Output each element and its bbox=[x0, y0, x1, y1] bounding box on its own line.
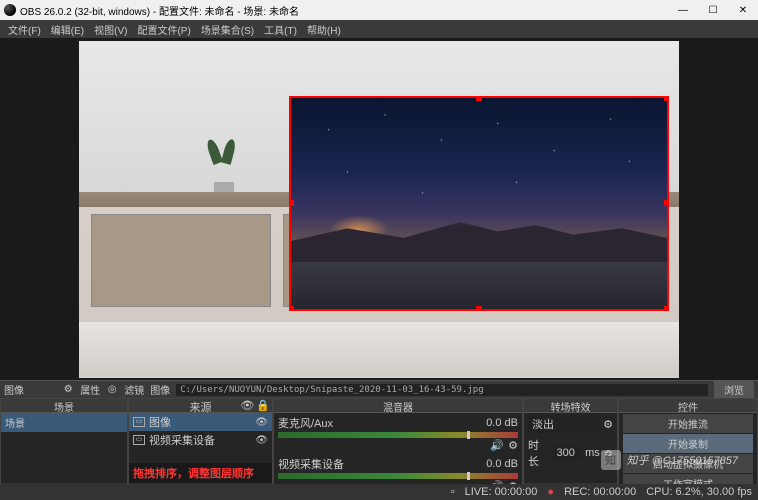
gear-icon[interactable]: ⚙ bbox=[508, 439, 518, 452]
filters-button[interactable]: 滤镜 bbox=[124, 382, 144, 397]
controls-header: 控件 bbox=[619, 399, 757, 413]
duration-label: 时长 bbox=[528, 437, 549, 469]
resize-handle[interactable] bbox=[476, 306, 482, 311]
source-item-image[interactable]: ▭ 图像 👁 bbox=[129, 413, 272, 431]
track-name: 麦克风/Aux bbox=[278, 415, 333, 431]
menu-edit[interactable]: 编辑(E) bbox=[47, 22, 88, 37]
properties-bar: 图像 ⚙ 属性 ◎ 滤镜 图像 C:/Users/NUOYUN/Desktop/… bbox=[0, 380, 758, 398]
menu-help[interactable]: 帮助(H) bbox=[303, 22, 345, 37]
preview-area[interactable] bbox=[0, 38, 758, 380]
close-button[interactable]: ✕ bbox=[728, 0, 758, 20]
track-db: 0.0 dB bbox=[486, 417, 518, 429]
gear-icon[interactable]: ⚙ bbox=[62, 384, 74, 396]
titlebar: OBS 26.0.2 (32-bit, windows) - 配置文件: 未命名… bbox=[0, 0, 758, 20]
properties-button[interactable]: 属性 bbox=[80, 382, 100, 397]
drag-hint-note: 拖拽排序，调整图层顺序 bbox=[129, 463, 272, 483]
resize-handle[interactable] bbox=[289, 306, 294, 311]
control-button[interactable]: 启动虚拟摄像机 bbox=[623, 454, 753, 473]
track-db: 0.0 dB bbox=[486, 458, 518, 470]
mixer-track: 麦克风/Aux 0.0 dB 🔊 ⚙ bbox=[274, 413, 522, 454]
image-icon: ▭ bbox=[133, 417, 145, 427]
statusbar: ▫ LIVE: 00:00:00 ● REC: 00:00:00 CPU: 6.… bbox=[0, 484, 758, 500]
gear-icon[interactable]: ⚙ bbox=[603, 418, 613, 431]
source-label: 视频采集设备 bbox=[149, 432, 215, 448]
menu-file[interactable]: 文件(F) bbox=[4, 22, 45, 37]
source-item-capture[interactable]: ▭ 视频采集设备 👁 bbox=[129, 431, 272, 449]
camera-icon: ▭ bbox=[133, 435, 145, 445]
volume-meter bbox=[278, 473, 518, 479]
transition-select[interactable]: 淡出 bbox=[528, 415, 599, 433]
selected-source-box[interactable] bbox=[289, 96, 669, 311]
menu-view[interactable]: 视图(V) bbox=[90, 22, 131, 37]
lock-icon[interactable]: 🔒 bbox=[256, 399, 270, 412]
source-label: 图像 bbox=[149, 414, 171, 430]
image-field-label: 图像 bbox=[150, 382, 170, 397]
speaker-icon[interactable]: 🔊 bbox=[490, 439, 504, 452]
scenes-header: 场景 bbox=[1, 399, 127, 413]
visibility-icon[interactable]: 👁 bbox=[255, 417, 268, 428]
mixer-header: 混音器 bbox=[274, 399, 522, 413]
live-dot-icon: ▫ bbox=[451, 486, 455, 498]
control-button[interactable]: 开始录制 bbox=[623, 434, 753, 453]
rec-dot-icon: ● bbox=[547, 486, 554, 498]
resize-handle[interactable] bbox=[664, 200, 669, 206]
image-path-input[interactable]: C:/Users/NUOYUN/Desktop/Snipaste_2020-11… bbox=[176, 384, 708, 396]
track-name: 视频采集设备 bbox=[278, 456, 344, 472]
maximize-button[interactable]: ☐ bbox=[698, 0, 728, 20]
status-cpu: CPU: 6.2%, 30.00 fps bbox=[646, 486, 752, 498]
status-rec: REC: 00:00:00 bbox=[564, 486, 636, 498]
source-type-label: 图像 bbox=[4, 382, 24, 397]
resize-handle[interactable] bbox=[664, 96, 669, 101]
scene-item[interactable]: 场景 bbox=[1, 413, 127, 432]
minimize-button[interactable]: — bbox=[668, 0, 698, 20]
stepper-icon[interactable]: ≎ bbox=[604, 447, 613, 460]
filter-icon[interactable]: ◎ bbox=[106, 384, 118, 396]
transitions-header: 转场特效 bbox=[524, 399, 617, 413]
app-logo-icon bbox=[4, 4, 16, 16]
window-title: OBS 26.0.2 (32-bit, windows) - 配置文件: 未命名… bbox=[20, 3, 754, 18]
duration-input[interactable]: 300 bbox=[553, 446, 582, 460]
menu-scenes[interactable]: 场景集合(S) bbox=[197, 22, 258, 37]
browse-button[interactable]: 浏览 bbox=[714, 381, 754, 398]
control-button[interactable]: 开始推流 bbox=[623, 414, 753, 433]
resize-handle[interactable] bbox=[289, 200, 294, 206]
volume-meter bbox=[278, 432, 518, 438]
menubar: 文件(F) 编辑(E) 视图(V) 配置文件(P) 场景集合(S) 工具(T) … bbox=[0, 20, 758, 38]
duration-unit: ms bbox=[585, 447, 600, 459]
preview-canvas[interactable] bbox=[79, 41, 679, 378]
status-live: LIVE: 00:00:00 bbox=[465, 486, 538, 498]
menu-tools[interactable]: 工具(T) bbox=[260, 22, 301, 37]
resize-handle[interactable] bbox=[476, 96, 482, 101]
visibility-icon[interactable]: 👁 bbox=[255, 435, 268, 446]
menu-profile[interactable]: 配置文件(P) bbox=[133, 22, 194, 37]
sources-header: 来源👁🔒 bbox=[129, 399, 272, 413]
eye-icon[interactable]: 👁 bbox=[240, 399, 254, 412]
